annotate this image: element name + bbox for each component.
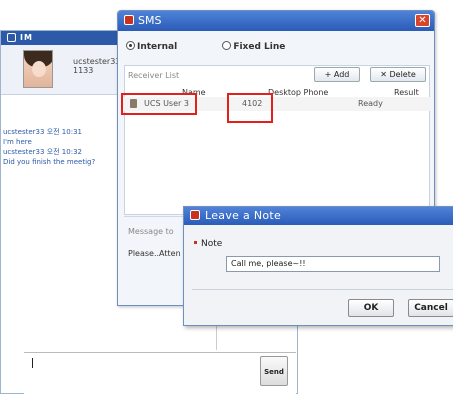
cancel-button[interactable]: Cancel [408,299,453,317]
sms-title-bar: SMS [118,11,434,31]
profile-name: ucstester33 [73,57,121,66]
text-caret [32,358,33,368]
radio-internal[interactable] [126,41,135,50]
app-logo-icon [190,210,200,220]
bullet-icon [194,241,197,244]
note-field-label-text: Note [201,239,223,249]
col-result[interactable]: Result [394,88,419,97]
highlight-phone [227,93,273,123]
divider [192,289,453,290]
note-input[interactable]: Call me, please~!! [226,256,440,272]
im-title-bar: IM [1,31,121,45]
ok-button[interactable]: OK [348,299,394,317]
profile-number: 1133 [73,66,94,75]
delete-button[interactable]: ✕ Delete [370,67,426,82]
chat-message: I'm here [3,138,32,146]
note-field-label: Note [194,239,222,249]
highlight-name [121,93,197,115]
add-button[interactable]: + Add [314,67,360,82]
im-title: IM [20,33,33,42]
avatar[interactable] [23,50,53,88]
im-app-icon [7,33,16,42]
line-type-selector: Internal Fixed Line [126,41,285,52]
radio-fixed-line-label[interactable]: Fixed Line [233,42,285,52]
message-label: Message to [128,227,174,236]
chat-meta: ucstester33 오전 10:31 [3,128,82,136]
chat-message: Did you finish the meetig? [3,158,96,166]
note-title-bar: Leave a Note [184,207,453,225]
close-icon[interactable]: ✕ [415,14,430,27]
send-button[interactable]: Send [260,356,288,386]
radio-internal-label[interactable]: Internal [137,42,177,52]
leave-note-dialog: Leave a Note Note Call me, please~!! OK … [183,206,453,326]
note-title: Leave a Note [205,209,282,222]
chat-meta: ucstester33 오전 10:32 [3,148,82,156]
app-logo-icon [124,15,134,25]
radio-fixed-line[interactable] [222,41,232,50]
col-desktop-phone[interactable]: Desktop Phone [268,88,328,97]
profile-card: ucstester33 1133 [1,45,121,95]
row-result: Ready [358,99,383,108]
sms-title: SMS [138,14,162,27]
message-input[interactable] [24,352,296,394]
receiver-list-label: Receiver List [128,71,180,80]
message-body[interactable]: Please..Atten [128,249,181,258]
chat-history: ucstester33 오전 10:31 I'm here ucstester3… [3,127,119,167]
